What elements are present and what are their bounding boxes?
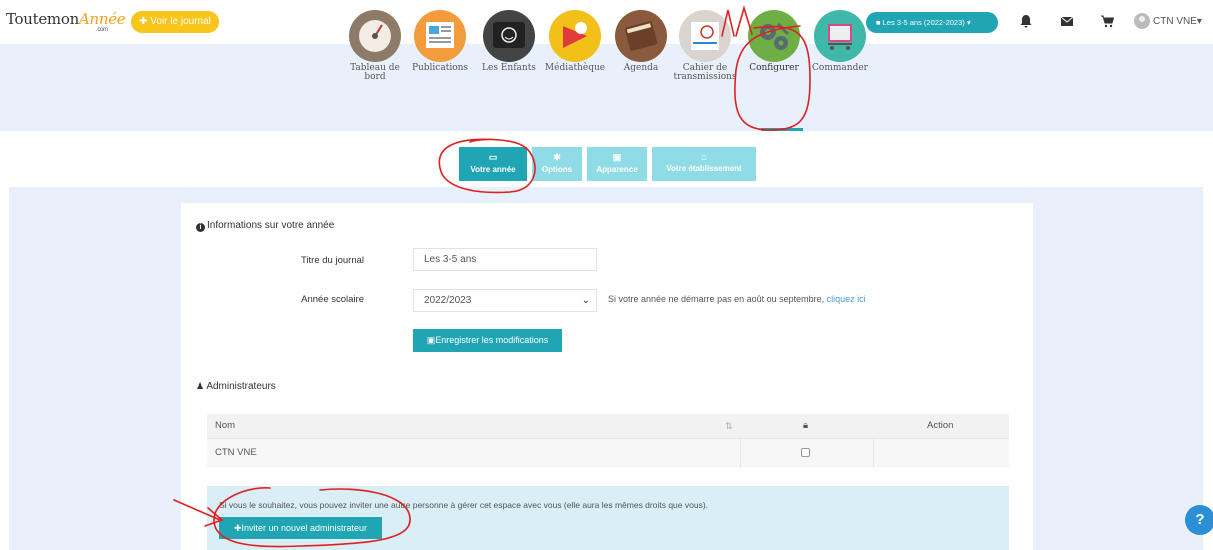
cart-icon[interactable]	[1100, 14, 1114, 28]
media-library-icon	[549, 10, 601, 62]
year-selector-button[interactable]: ■ Les 3-5 ans (2022-2023) ▾	[866, 12, 998, 33]
help-button[interactable]: ?	[1185, 505, 1213, 535]
tab-establishment[interactable]: ⌂ Votre établissement	[652, 147, 756, 181]
nav-item-agenda[interactable]: Agenda	[609, 10, 673, 73]
nav-item-order[interactable]: Commander	[808, 10, 872, 73]
tab-label: Apparence	[596, 165, 638, 174]
column-header-action: Action	[927, 420, 954, 431]
book-icon: ■	[876, 18, 883, 27]
save-label: Enregistrer les modifications	[435, 335, 549, 345]
invite-description: Si vous le souhaitez, vous pouvez invite…	[219, 500, 709, 510]
gear-icon: ✱	[553, 152, 561, 162]
children-icon	[483, 10, 535, 62]
caret-down-icon: ▾	[964, 18, 971, 27]
nav-label: Cahier de transmissions	[673, 63, 737, 82]
nav-item-children[interactable]: Les Enfants	[477, 10, 541, 73]
agenda-icon	[615, 10, 667, 62]
lock-icon: 🔒︎	[803, 420, 809, 431]
tab-your-year[interactable]: ▭ Votre année	[459, 147, 527, 181]
view-journal-button[interactable]: ✚ Voir le journal	[131, 11, 219, 33]
admin-lock-checkbox[interactable]	[801, 448, 810, 457]
tab-options[interactable]: ✱ Options	[532, 147, 582, 181]
nav-item-configure[interactable]: Configurer	[742, 10, 806, 73]
chevron-down-icon: ⌄	[581, 295, 590, 306]
invite-admin-button[interactable]: ✚Inviter un nouvel administrateur	[219, 517, 382, 539]
caret-down-icon: ▾	[1196, 16, 1202, 27]
tab-label: Votre année	[470, 165, 516, 174]
calendar-icon: ▭	[488, 152, 498, 162]
dashboard-gauge-icon	[349, 10, 401, 62]
logo-script-text: Année	[78, 10, 126, 28]
admins-table: Nom ⇅ 🔒︎ Action CTN VNE	[207, 414, 1009, 468]
plus-icon: ✚	[139, 16, 151, 27]
envelope-icon[interactable]	[1060, 14, 1074, 28]
journal-title-value: Les 3-5 ans	[424, 254, 477, 265]
nav-label: Médiathèque	[544, 63, 606, 73]
gears-icon	[748, 10, 800, 62]
tab-label: Votre établissement	[666, 164, 742, 173]
journal-title-input[interactable]: Les 3-5 ans	[413, 248, 597, 271]
bell-icon[interactable]	[1019, 14, 1033, 28]
nav-label: Configurer	[749, 63, 799, 73]
tab-label: Options	[541, 165, 573, 174]
nav-label: Publications	[411, 63, 469, 73]
school-year-label: Année scolaire	[301, 294, 364, 305]
school-year-help: Si votre année ne démarre pas en août ou…	[608, 294, 866, 304]
site-logo[interactable]: ToutemonAnnée .com	[6, 10, 126, 33]
nav-label: Tableau de bord	[350, 63, 400, 82]
user-name: CTN VNE	[1153, 16, 1197, 27]
column-header-name[interactable]: Nom	[215, 414, 235, 438]
nav-label: Commander	[812, 63, 868, 73]
school-year-value: 2022/2023	[424, 295, 472, 306]
user-icon: ♟	[196, 381, 205, 391]
invite-label: Inviter un nouvel administrateur	[241, 523, 368, 533]
save-changes-button[interactable]: ▣Enregistrer les modifications	[413, 329, 562, 352]
nav-item-media[interactable]: Médiathèque	[543, 10, 607, 73]
admin-name: CTN VNE	[215, 447, 257, 458]
nav-label: Agenda	[623, 63, 659, 73]
user-menu[interactable]: CTN VNE▾	[1134, 12, 1202, 32]
info-icon: i	[196, 223, 205, 232]
notebook-icon	[679, 10, 731, 62]
question-icon: ?	[1195, 511, 1205, 528]
save-icon: ▣	[426, 335, 436, 345]
nav-label: Les Enfants	[482, 63, 536, 73]
click-here-link[interactable]: cliquez ici	[827, 294, 866, 304]
year-info-heading: i Informations sur votre année	[196, 220, 334, 232]
help-text: Si votre année ne démarre pas en août ou…	[608, 294, 827, 304]
active-nav-indicator	[761, 128, 803, 131]
view-journal-label: Voir le journal	[150, 16, 211, 27]
tab-appearance[interactable]: ▣ Apparence	[587, 147, 647, 181]
logo-text: Toutemon	[6, 10, 79, 28]
table-header: Nom ⇅ 🔒︎ Action	[207, 414, 1009, 438]
nav-item-publications[interactable]: Publications	[408, 10, 472, 73]
image-icon: ▣	[612, 152, 622, 162]
logo-suffix: .com	[96, 27, 108, 33]
school-year-select[interactable]: 2022/2023 ⌄	[413, 289, 597, 312]
section-title-text: Informations sur votre année	[207, 220, 335, 231]
home-icon: ⌂	[701, 152, 707, 162]
section-title-text: Administrateurs	[206, 381, 276, 392]
shopping-cart-icon	[814, 10, 866, 62]
nav-item-notebook[interactable]: Cahier de transmissions	[673, 10, 737, 82]
admins-heading: ♟ Administrateurs	[196, 381, 276, 392]
sort-icon[interactable]: ⇅	[725, 414, 733, 438]
year-selector-label: Les 3-5 ans (2022-2023)	[882, 18, 965, 27]
publications-icon	[414, 10, 466, 62]
journal-title-label: Titre du journal	[300, 255, 364, 266]
nav-item-dashboard[interactable]: Tableau de bord	[343, 10, 407, 82]
table-row: CTN VNE	[207, 438, 1009, 468]
user-avatar-icon	[1134, 13, 1150, 30]
